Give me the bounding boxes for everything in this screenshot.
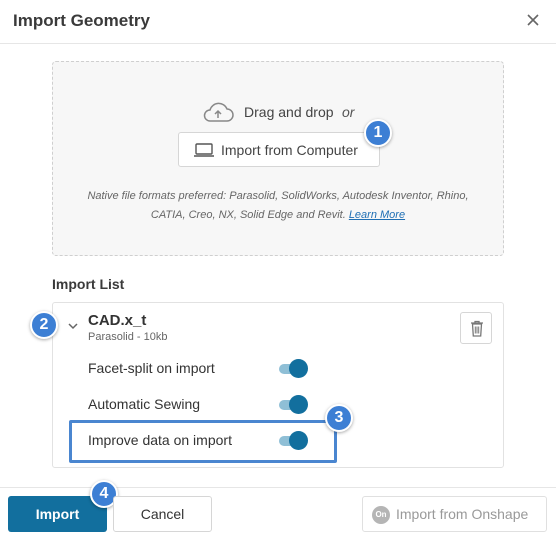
automatic-sewing-toggle[interactable] [279, 395, 308, 414]
or-text: or [341, 104, 355, 120]
option-automatic-sewing: Automatic Sewing [88, 394, 318, 416]
drag-drop-row: Drag and drop or [53, 100, 503, 126]
import-from-computer-label: Import from Computer [221, 142, 358, 158]
toggle-knob [289, 359, 308, 378]
cloud-upload-icon [203, 102, 234, 122]
option-label: Facet-split on import [88, 360, 215, 376]
option-label: Automatic Sewing [88, 396, 201, 412]
toggle-knob [289, 395, 308, 414]
native-formats-note: Native file formats preferred: Parasolid… [83, 187, 473, 225]
import-geometry-dialog: Import Geometry Drag and drop or Import … [0, 0, 556, 535]
onshape-icon: On [372, 506, 390, 524]
option-facet-split: Facet-split on import [88, 358, 318, 380]
drag-drop-text: Drag and drop [244, 104, 334, 120]
import-from-onshape-button[interactable]: On Import from Onshape [362, 496, 547, 532]
cancel-button[interactable]: Cancel [113, 496, 212, 532]
chevron-down-icon[interactable] [67, 321, 79, 331]
import-from-computer-button[interactable]: Import from Computer [178, 132, 380, 167]
import-list-title: Import List [52, 276, 125, 292]
laptop-icon [194, 143, 214, 157]
file-name: CAD.x_t [88, 312, 147, 329]
import-from-onshape-label: Import from Onshape [396, 506, 529, 522]
annotation-badge-3: 3 [325, 404, 353, 432]
annotation-badge-1: 1 [364, 119, 392, 147]
trash-icon [471, 320, 483, 337]
facet-split-toggle[interactable] [279, 359, 308, 378]
learn-more-link[interactable]: Learn More [349, 209, 405, 221]
improve-data-highlight [69, 420, 337, 463]
annotation-badge-2: 2 [30, 311, 58, 339]
close-icon[interactable] [522, 9, 544, 31]
file-drop-zone[interactable]: Drag and drop or Import from Computer Na… [52, 61, 504, 256]
delete-file-button[interactable] [460, 312, 492, 344]
native-formats-text: Native file formats preferred: Parasolid… [87, 190, 469, 221]
dialog-title: Import Geometry [13, 11, 150, 30]
dialog-header: Import Geometry [0, 0, 556, 44]
file-meta: Parasolid - 10kb [88, 331, 168, 343]
